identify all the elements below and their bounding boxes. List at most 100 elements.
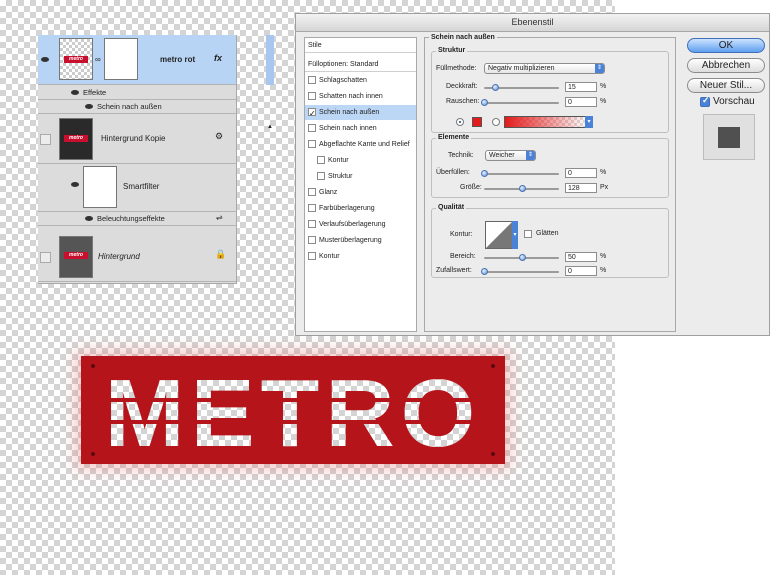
spread-input[interactable]: 0 (565, 168, 597, 178)
style-item-pattern-overlay[interactable]: Musterüberlagerung (305, 233, 416, 248)
scroll-up-arrow-icon[interactable]: ▲ (267, 124, 273, 130)
group-title: Qualität (436, 204, 467, 211)
eye-icon[interactable] (71, 182, 79, 187)
size-input[interactable]: 128 (565, 183, 597, 193)
jitter-input[interactable]: 0 (565, 266, 597, 276)
style-item-inner-glow[interactable]: Schein nach innen (305, 121, 416, 136)
style-label: Abgeflachte Kante und Relief (319, 141, 410, 148)
checkbox[interactable] (317, 172, 325, 180)
eye-icon[interactable] (85, 216, 93, 221)
checkbox[interactable] (308, 92, 316, 100)
checkbox[interactable] (308, 76, 316, 84)
chevron-updown-icon: ⇕ (595, 64, 604, 73)
spread-slider[interactable] (484, 173, 559, 175)
style-label: Schlagschatten (319, 77, 367, 84)
lock-icon[interactable]: 🔒 (215, 249, 226, 260)
checkbox[interactable] (308, 140, 316, 148)
visibility-toggle[interactable] (40, 134, 51, 145)
fx-icon[interactable]: fx (214, 53, 222, 63)
group-qualitat: Qualität Kontur: ▾ Glätten Bereich: 50 %… (431, 204, 669, 278)
rivet (91, 452, 95, 456)
chevron-down-icon[interactable]: ▾ (585, 116, 593, 128)
noise-slider[interactable] (484, 102, 559, 104)
opacity-input[interactable]: 15 (565, 82, 597, 92)
preview-swatch (718, 127, 740, 148)
new-style-button[interactable]: Neuer Stil... (687, 78, 765, 93)
jitter-slider-knob[interactable] (481, 268, 488, 275)
style-label: Struktur (328, 173, 353, 180)
preview-label: Vorschau (713, 96, 755, 107)
layer-effects-row[interactable]: Effekte (38, 85, 236, 100)
spread-label: Überfüllen: (436, 169, 470, 176)
layer-smartfilter[interactable]: Smartfilter (38, 164, 236, 212)
technique-select[interactable]: Weicher ⇕ (485, 150, 536, 161)
checkbox[interactable] (308, 188, 316, 196)
style-item-drop-shadow[interactable]: Schlagschatten (305, 73, 416, 88)
opacity-slider-knob[interactable] (492, 84, 500, 91)
blend-mode-label: Füllmethode: (436, 65, 477, 72)
layer-effect-outer-glow[interactable]: Schein nach außen (38, 100, 236, 114)
style-label: Farbüberlagerung (319, 205, 375, 212)
style-label: Musterüberlagerung (319, 237, 382, 244)
contour-picker[interactable] (485, 221, 513, 249)
color-radio[interactable] (456, 118, 464, 126)
blend-mode-select[interactable]: Negativ multiplizieren ⇕ (484, 63, 605, 74)
style-item-texture[interactable]: Struktur (305, 169, 416, 184)
checkbox[interactable] (308, 220, 316, 228)
chain-link-icon[interactable]: ∞ (95, 55, 101, 64)
style-item-bevel-emboss[interactable]: Abgeflachte Kante und Relief (305, 137, 416, 152)
gradient-picker[interactable] (504, 116, 588, 128)
checkbox[interactable] (308, 204, 316, 212)
noise-input[interactable]: 0 (565, 97, 597, 107)
range-slider-knob[interactable] (518, 254, 526, 261)
style-item-satin[interactable]: Glanz (305, 185, 416, 200)
checkbox-checked[interactable] (308, 106, 316, 121)
style-list: Stile Fülloptionen: Standard Schlagschat… (304, 37, 417, 332)
layer-filter-lighting[interactable]: Beleuchtungseffekte ⇌ (38, 212, 236, 226)
smart-filter-icon[interactable]: ⚙ (215, 131, 223, 142)
checkbox[interactable] (317, 156, 325, 164)
unit-label: % (600, 83, 607, 90)
style-list-stile[interactable]: Stile (305, 38, 416, 53)
anti-alias-checkbox[interactable] (524, 230, 532, 238)
layer-hintergrund-kopie[interactable]: metro Hintergrund Kopie ⚙ (38, 114, 236, 164)
style-list-blending-options[interactable]: Fülloptionen: Standard (305, 57, 416, 72)
layer-metro-rot[interactable]: metro ∞ metro rot fx (38, 35, 236, 85)
style-item-outer-glow[interactable]: Schein nach außen (305, 105, 416, 121)
layer-name: Hintergrund (98, 252, 140, 261)
effects-label: Effekte (83, 88, 107, 97)
glow-color-swatch[interactable] (472, 117, 482, 127)
layer-name: Smartfilter (123, 182, 160, 191)
style-label: Kontur (328, 157, 349, 164)
style-item-gradient-overlay[interactable]: Verlaufsüberlagerung (305, 217, 416, 232)
range-input[interactable]: 50 (565, 252, 597, 262)
size-slider-knob[interactable] (519, 185, 527, 192)
chevron-down-icon[interactable]: ▾ (512, 221, 518, 249)
scrollbar[interactable] (266, 35, 274, 85)
ok-button[interactable]: OK (687, 38, 765, 53)
group-title: Struktur (436, 47, 468, 54)
gradient-radio[interactable] (492, 118, 500, 126)
filter-options-icon[interactable]: ⇌ (216, 213, 223, 222)
preview-checkbox[interactable] (700, 95, 710, 107)
visibility-toggle[interactable] (40, 252, 51, 263)
thumbnail-metro-text: metro (64, 56, 88, 63)
style-label: Kontur (319, 253, 340, 260)
eye-icon[interactable] (85, 104, 93, 109)
checkbox[interactable] (308, 252, 316, 260)
checkbox[interactable] (308, 124, 316, 132)
cancel-button[interactable]: Abbrechen (687, 58, 765, 73)
style-label: Schein nach außen (319, 109, 380, 116)
style-item-stroke[interactable]: Kontur (305, 249, 416, 264)
eye-icon[interactable] (41, 57, 49, 62)
technique-value: Weicher (489, 152, 515, 159)
layer-hintergrund[interactable]: metro Hintergrund 🔒 (38, 232, 236, 282)
eye-icon[interactable] (71, 90, 79, 95)
jitter-slider[interactable] (484, 271, 559, 273)
checkbox[interactable] (308, 236, 316, 244)
style-item-contour[interactable]: Kontur (305, 153, 416, 168)
spread-slider-knob[interactable] (481, 170, 488, 177)
style-item-color-overlay[interactable]: Farbüberlagerung (305, 201, 416, 216)
style-item-inner-shadow[interactable]: Schatten nach innen (305, 89, 416, 104)
noise-slider-knob[interactable] (481, 99, 488, 106)
